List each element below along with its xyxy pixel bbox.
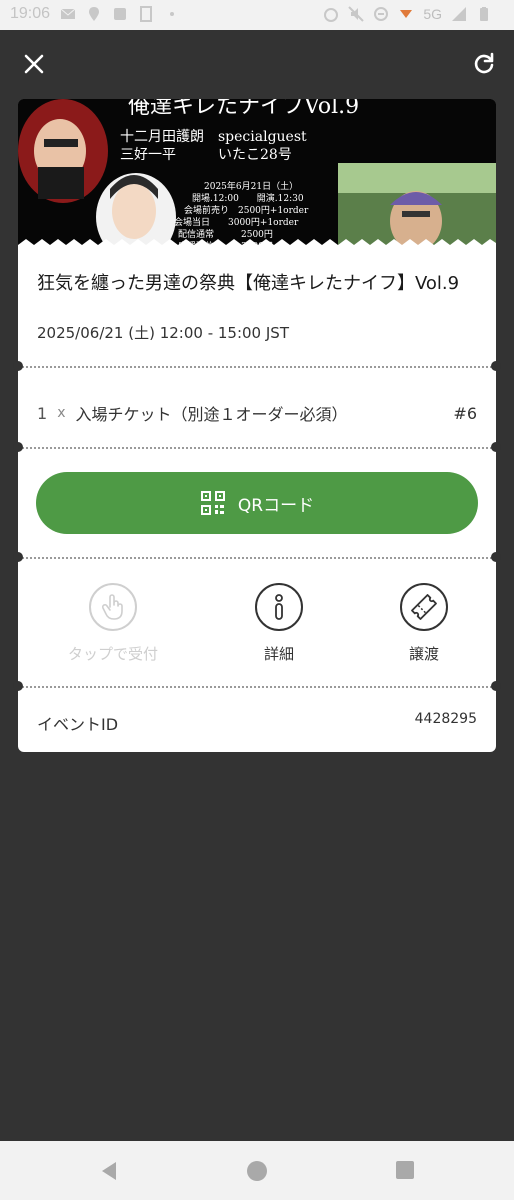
event-title: 狂気を纏った男達の祭典【俺達キレたナイフ】Vol.9 bbox=[37, 273, 460, 294]
alarm-icon bbox=[324, 8, 339, 22]
event-id-label: イベントID bbox=[37, 715, 119, 734]
tap-icon bbox=[101, 594, 123, 620]
mail-icon bbox=[60, 8, 76, 19]
multiply-sign: x bbox=[57, 405, 66, 421]
ticket-transfer-icon bbox=[411, 594, 437, 620]
tap-to-check-in-button[interactable]: タップで受付 bbox=[48, 583, 178, 664]
details-button[interactable]: 詳細 bbox=[214, 583, 344, 664]
banner-info-line: 会場当日 3000円+1order bbox=[174, 216, 299, 228]
transfer-button[interactable]: 譲渡 bbox=[359, 583, 489, 664]
banner-info-line: 開場.12:00 開演.12:30 bbox=[192, 192, 304, 204]
ticket-line-item: 1 x 入場チケット（別途１オーダー必須） #6 bbox=[37, 401, 477, 425]
divider bbox=[18, 686, 496, 688]
divider bbox=[18, 447, 496, 449]
banner-info-line: 配信通常 2500円 bbox=[178, 228, 273, 240]
divider bbox=[18, 557, 496, 559]
divider bbox=[18, 366, 496, 368]
banner-info-line: 会場前売り 2500円+1order bbox=[184, 204, 309, 216]
transfer-label: 譲渡 bbox=[408, 645, 439, 663]
qr-code-button-label: QRコード bbox=[237, 495, 315, 516]
app-icon bbox=[114, 8, 126, 20]
ticket-notch bbox=[491, 361, 501, 371]
ticket-notch bbox=[491, 681, 501, 691]
info-icon bbox=[275, 594, 283, 620]
qr-code-button[interactable]: QRコード bbox=[36, 472, 478, 534]
close-icon bbox=[24, 54, 44, 74]
qr-code-icon bbox=[200, 491, 225, 515]
system-navigation-bar bbox=[0, 1141, 514, 1200]
signal-icon bbox=[452, 7, 466, 21]
home-icon[interactable] bbox=[246, 1160, 268, 1182]
back-icon[interactable] bbox=[98, 1160, 120, 1182]
details-label: 詳細 bbox=[263, 645, 294, 663]
ticket-notch bbox=[13, 361, 23, 371]
tap-to-check-in-label: タップで受付 bbox=[67, 645, 158, 663]
event-datetime: 2025/06/21 (土) 12:00 - 15:00 JST bbox=[37, 324, 289, 342]
dot-icon bbox=[170, 12, 174, 16]
banner-performers-1: 十二月田護朗 specialguest bbox=[120, 129, 307, 145]
refresh-icon bbox=[474, 52, 494, 74]
ticket-notch bbox=[13, 442, 23, 452]
ticket-notch bbox=[491, 552, 501, 562]
banner-headline: 俺達キレたナイフVol.9 bbox=[128, 99, 359, 119]
refresh-button[interactable] bbox=[468, 48, 500, 80]
banner-info-line: 2025年6月21日（土） bbox=[204, 180, 298, 192]
mute-icon bbox=[348, 6, 365, 22]
ticket-name: 入場チケット（別途１オーダー必須） bbox=[75, 405, 348, 424]
recents-icon[interactable] bbox=[395, 1160, 415, 1180]
ticket-notch bbox=[13, 681, 23, 691]
data-saver-icon bbox=[400, 10, 413, 18]
event-banner-image[interactable]: 俺達キレたナイフVol.9 十二月田護朗 specialguest 三好一平 い… bbox=[18, 99, 496, 251]
battery-icon bbox=[480, 7, 488, 21]
ticket-notch bbox=[13, 552, 23, 562]
ticket-notch bbox=[491, 442, 501, 452]
event-id-row: イベントID 4428295 bbox=[37, 711, 477, 735]
close-button[interactable] bbox=[18, 48, 50, 80]
document-icon bbox=[140, 6, 152, 22]
banner-performers-2: 三好一平 いたこ28号 bbox=[120, 147, 292, 163]
status-time: 19:06 bbox=[10, 5, 51, 22]
location-icon bbox=[89, 7, 99, 21]
status-bar: 19:06 5G bbox=[0, 0, 514, 30]
ticket-number: #6 bbox=[453, 403, 477, 423]
do-not-disturb-icon bbox=[374, 7, 389, 21]
event-id-value: 4428295 bbox=[414, 711, 477, 727]
ticket-quantity: 1 bbox=[37, 403, 48, 423]
network-type: 5G bbox=[423, 6, 442, 22]
ticket-card: 俺達キレたナイフVol.9 十二月田護朗 specialguest 三好一平 い… bbox=[13, 99, 501, 752]
